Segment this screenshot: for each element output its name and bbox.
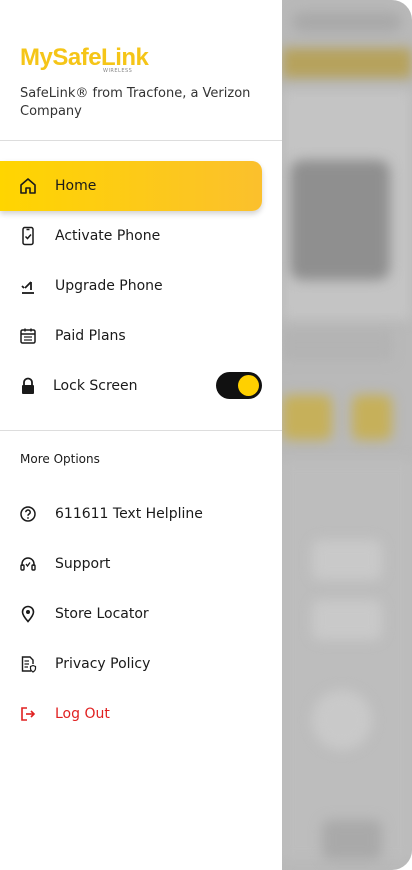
blurred-block: [322, 820, 382, 860]
toggle-knob: [238, 375, 259, 396]
menu-item-label: Support: [55, 556, 111, 572]
menu-item-label: Lock Screen: [53, 378, 138, 394]
blurred-block: [292, 12, 402, 32]
privacy-document-icon: [18, 654, 38, 674]
menu-item-label: Upgrade Phone: [55, 278, 163, 294]
menu-item-log-out[interactable]: Log Out: [0, 689, 262, 739]
menu-item-privacy-policy[interactable]: Privacy Policy: [0, 639, 262, 689]
blurred-block: [282, 330, 392, 360]
calendar-icon: [18, 326, 38, 346]
divider: [0, 140, 282, 141]
menu-item-activate-phone[interactable]: Activate Phone: [0, 211, 262, 261]
brand-logo-subtitle: WIRELESS: [103, 68, 133, 74]
navigation-drawer: MySafeLink WIRELESS SafeLink® from Tracf…: [0, 0, 282, 870]
app-screen: MySafeLink WIRELESS SafeLink® from Tracf…: [0, 0, 412, 870]
menu-item-label: Home: [55, 178, 97, 194]
blurred-block: [312, 690, 372, 750]
headset-icon: [18, 554, 38, 574]
menu-item-text-helpline[interactable]: 611611 Text Helpline: [0, 489, 262, 539]
menu-item-label: Store Locator: [55, 606, 149, 622]
more-options-heading: More Options: [20, 452, 100, 466]
blurred-block: [282, 395, 332, 440]
menu-item-label: 611611 Text Helpline: [55, 506, 203, 522]
brand-tagline: SafeLink® from Tracfone, a Verizon Compa…: [20, 86, 251, 119]
blurred-block: [290, 160, 390, 280]
blurred-block: [312, 540, 382, 580]
menu-item-upgrade-phone[interactable]: Upgrade Phone: [0, 261, 262, 311]
blurred-block: [282, 460, 412, 860]
location-pin-icon: [18, 604, 38, 624]
blurred-block: [282, 48, 412, 78]
lock-screen-toggle[interactable]: [216, 372, 262, 399]
menu-item-label: Activate Phone: [55, 228, 161, 244]
divider: [0, 430, 282, 431]
menu-item-store-locator[interactable]: Store Locator: [0, 589, 262, 639]
blurred-background-screen[interactable]: [282, 0, 412, 870]
menu-item-paid-plans[interactable]: Paid Plans: [0, 311, 262, 361]
logout-icon: [18, 704, 38, 724]
menu-item-label: Log Out: [55, 706, 110, 722]
blurred-block: [352, 395, 392, 440]
help-circle-icon: [18, 504, 38, 524]
menu-item-support[interactable]: Support: [0, 539, 262, 589]
upgrade-phone-icon: [18, 276, 38, 296]
menu-item-home[interactable]: Home: [0, 161, 262, 211]
blurred-block: [312, 600, 382, 640]
menu-item-label: Privacy Policy: [55, 656, 151, 672]
activate-phone-icon: [18, 226, 38, 246]
lock-icon: [18, 376, 38, 396]
home-icon: [18, 176, 38, 196]
menu-item-label: Paid Plans: [55, 328, 126, 344]
brand-logo: MySafeLink: [20, 44, 149, 71]
